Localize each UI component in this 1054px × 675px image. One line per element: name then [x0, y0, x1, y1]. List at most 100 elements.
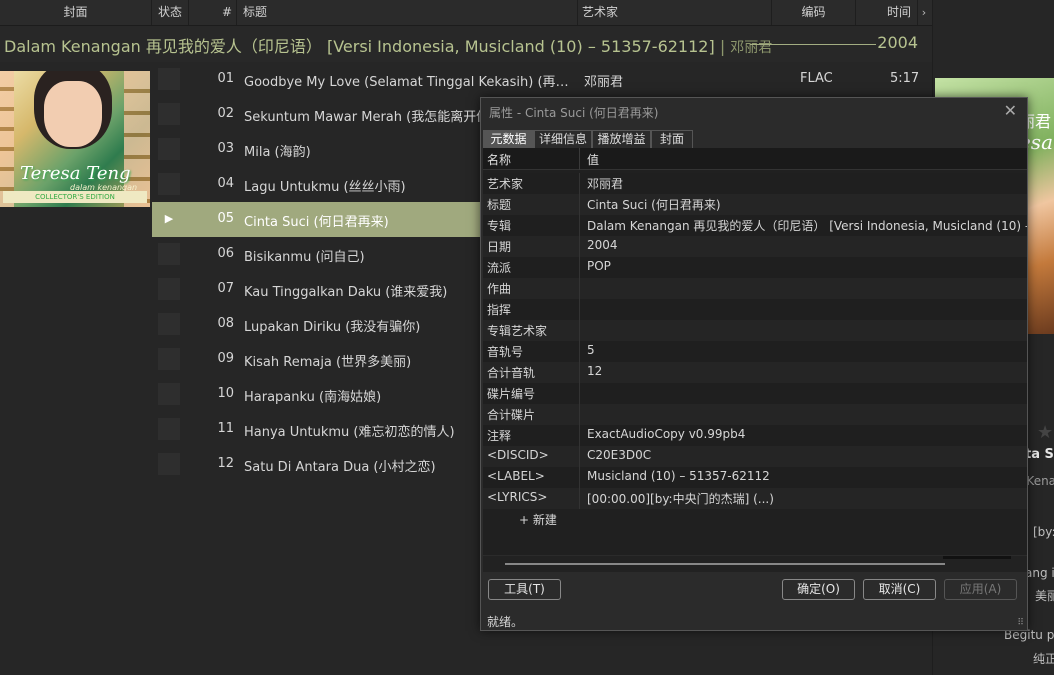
metadata-row[interactable]: 专辑艺术家 [483, 320, 1027, 341]
resize-grip-icon[interactable]: ⠿ [1017, 618, 1024, 628]
metadata-field-value[interactable]: 12 [587, 364, 1027, 378]
album-cover[interactable]: Teresa Teng dalam kenangan COLLECTOR'S E… [0, 71, 150, 207]
metadata-row[interactable]: 碟片编号 [483, 383, 1027, 404]
track-number: 06 [217, 246, 234, 261]
cover-portrait [44, 81, 102, 147]
metadata-row[interactable]: 注释 ExactAudioCopy v0.99pb4 [483, 425, 1027, 446]
tab-replaygain[interactable]: 播放增益 [592, 130, 651, 148]
column-name[interactable]: 名称 [487, 151, 511, 168]
track-number: 04 [217, 176, 234, 191]
metadata-table: 名称 值 艺术家 邓丽君标题 Cinta Suci (何日君再来) 专辑 Dalam K… [483, 148, 1027, 555]
column-artist[interactable]: 艺术家 [578, 0, 772, 25]
column-time[interactable]: 时间 [856, 0, 918, 25]
metadata-row[interactable]: 指挥 [483, 299, 1027, 320]
metadata-field-value[interactable]: 5 [587, 343, 1027, 357]
metadata-field-value[interactable]: POP [587, 259, 1027, 273]
tab-metadata[interactable]: 元数据 [483, 130, 534, 148]
metadata-row[interactable]: 合计音轨 12 [483, 362, 1027, 383]
metadata-field-value[interactable]: Cinta Suci (何日君再来) [587, 196, 1027, 213]
dialog-title: 属性 - Cinta Suci (何日君再来) [489, 106, 659, 120]
column-divider [579, 236, 580, 257]
metadata-field-value[interactable]: Dalam Kenangan 再见我的爱人（印尼语） [Versi Indone… [587, 217, 1027, 234]
chevron-right-icon[interactable]: › [918, 0, 930, 25]
star-icon[interactable]: ★ [1037, 422, 1053, 443]
metadata-row[interactable]: <LABEL> Musicland (10) – 51357-62112 [483, 467, 1027, 488]
column-divider [579, 278, 580, 299]
metadata-field-value[interactable]: 2004 [587, 238, 1027, 252]
metadata-field-value[interactable]: C20E3D0C [587, 448, 1027, 462]
metadata-row[interactable]: 标题 Cinta Suci (何日君再来) [483, 194, 1027, 215]
group-artist: 邓丽君 [730, 40, 773, 56]
metadata-field-name: 流派 [487, 261, 512, 275]
cancel-button[interactable]: 取消(C) [863, 579, 936, 600]
column-divider [579, 194, 580, 215]
metadata-row[interactable]: 作曲 [483, 278, 1027, 299]
column-divider [579, 215, 580, 236]
metadata-field-name: <LYRICS> [487, 490, 548, 504]
track-codec: FLAC [800, 71, 833, 86]
track-status [158, 383, 180, 405]
track-status [158, 68, 180, 90]
album-group-header[interactable]: Dalam Kenangan 再见我的爱人（印尼语） [Versi Indone… [0, 26, 932, 62]
add-field-button[interactable]: + 新建 [519, 511, 557, 528]
scrollbar-track-end [943, 556, 1011, 559]
metadata-row[interactable]: 艺术家 邓丽君 [483, 173, 1027, 194]
column-divider[interactable] [579, 148, 580, 170]
track-status [158, 278, 180, 300]
track-status [158, 138, 180, 160]
tab-details[interactable]: 详细信息 [534, 130, 592, 148]
metadata-field-name: 艺术家 [487, 177, 524, 191]
metadata-field-name: 作曲 [487, 282, 512, 296]
metadata-row[interactable]: 日期 2004 [483, 236, 1027, 257]
column-divider [579, 257, 580, 278]
metadata-row[interactable]: 流派 POP [483, 257, 1027, 278]
horizontal-scrollbar[interactable] [483, 556, 1027, 572]
group-divider-line [750, 44, 876, 45]
metadata-field-value[interactable]: ExactAudioCopy v0.99pb4 [587, 427, 1027, 441]
group-album-title: Dalam Kenangan 再见我的爱人（印尼语） [Versi Indone… [4, 37, 715, 56]
properties-dialog: 属性 - Cinta Suci (何日君再来) ✕ 元数据 详细信息 播放增益 … [480, 97, 1028, 631]
column-title[interactable]: 标题 [237, 0, 578, 25]
group-year: 2004 [877, 33, 918, 52]
tools-button[interactable]: 工具(T) [488, 579, 561, 600]
close-icon[interactable]: ✕ [1004, 101, 1017, 120]
track-status [158, 313, 180, 335]
column-codec[interactable]: 编码 [772, 0, 856, 25]
metadata-field-value[interactable]: Musicland (10) – 51357-62112 [587, 469, 1027, 483]
column-status[interactable]: 状态 [152, 0, 189, 25]
group-separator: | [719, 37, 726, 56]
metadata-field-name: 专辑 [487, 219, 512, 233]
group-title-line: Dalam Kenangan 再见我的爱人（印尼语） [Versi Indone… [4, 33, 772, 57]
track-row[interactable]: 01 Goodbye My Love (Selamat Tinggal Kekas… [152, 62, 932, 97]
column-value[interactable]: 值 [587, 151, 599, 168]
metadata-row[interactable]: 合计碟片 [483, 404, 1027, 425]
track-number: 11 [217, 421, 234, 436]
lyrics-line: ang i [1025, 566, 1054, 580]
apply-button[interactable]: 应用(A) [944, 579, 1017, 600]
track-status [158, 418, 180, 440]
metadata-row[interactable]: <LYRICS> [00:00.00][by:中央门的杰瑞] (...) [483, 488, 1027, 509]
column-divider [579, 467, 580, 488]
tab-cover[interactable]: 封面 [651, 130, 693, 148]
column-divider [579, 488, 580, 509]
metadata-field-value[interactable]: [00:00.00][by:中央门的杰瑞] (...) [587, 490, 1027, 507]
metadata-field-name: 日期 [487, 240, 512, 254]
metadata-field-name: 合计音轨 [487, 366, 536, 380]
column-divider [579, 320, 580, 341]
metadata-row[interactable]: <DISCID> C20E3D0C [483, 446, 1027, 467]
metadata-field-value[interactable]: 邓丽君 [587, 175, 1027, 192]
metadata-field-name: 注释 [487, 429, 512, 443]
track-status [158, 348, 180, 370]
metadata-row[interactable]: 音轨号 5 [483, 341, 1027, 362]
ok-button[interactable]: 确定(O) [782, 579, 855, 600]
track-number: 10 [217, 386, 234, 401]
track-duration: 5:17 [890, 71, 920, 86]
play-indicator-icon: ▶ [164, 212, 174, 225]
metadata-field-name: <DISCID> [487, 448, 549, 462]
scrollbar-thumb[interactable] [505, 563, 945, 565]
lyrics-line: [by: [1033, 525, 1054, 539]
column-cover[interactable]: 封面 [0, 0, 152, 25]
metadata-row[interactable]: 专辑 Dalam Kenangan 再见我的爱人（印尼语） [Versi Indo… [483, 215, 1027, 236]
dialog-status: 就绪。 [487, 615, 524, 629]
column-number[interactable]: # [189, 0, 237, 25]
